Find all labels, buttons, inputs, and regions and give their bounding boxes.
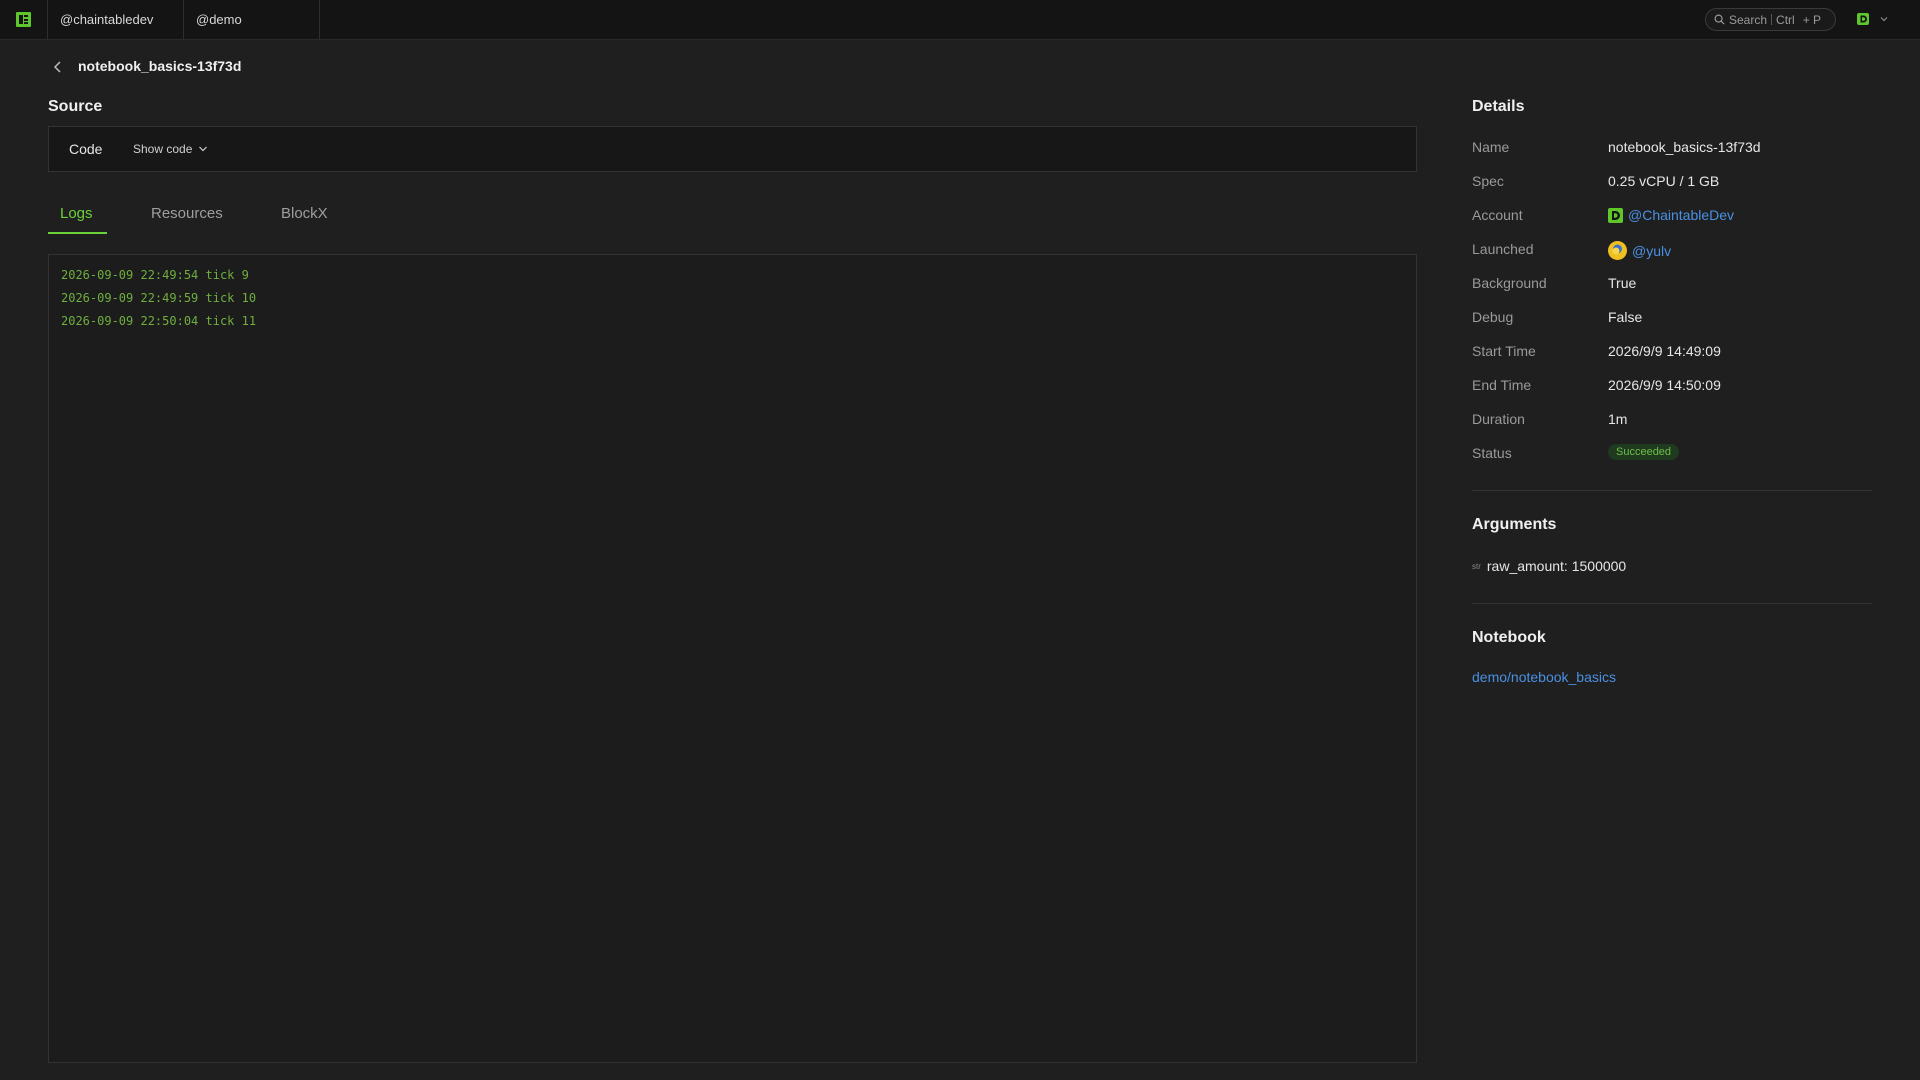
detail-label-spec: Spec: [1472, 173, 1504, 189]
start-time-value: 2026/9/9 14:49:09: [1608, 343, 1721, 359]
logo-icon: [16, 12, 31, 27]
spec-value: 0.25 vCPU / 1 GB: [1608, 173, 1720, 189]
workspace-tab-chaintabledev[interactable]: @chaintabledev: [48, 0, 184, 39]
account-link[interactable]: @ChaintableDev: [1628, 207, 1734, 223]
string-type-tag: str: [1472, 561, 1481, 571]
tab-resources[interactable]: Resources: [151, 205, 223, 235]
search-separator: [1771, 14, 1773, 25]
background-value: True: [1608, 275, 1637, 291]
logs-panel[interactable]: 2026-09-09 22:49:54 tick 9 2026-09-09 22…: [48, 254, 1417, 1063]
detail-label-debug: Debug: [1472, 309, 1514, 325]
app-logo[interactable]: [0, 0, 48, 39]
detail-label-duration: Duration: [1472, 411, 1525, 427]
detail-label-start-time: Start Time: [1472, 343, 1536, 359]
argument-text: raw_amount: 1500000: [1486, 558, 1627, 574]
detail-value-end-time: 2026/9/9 14:50:09: [1608, 377, 1721, 393]
detail-label-background: Background: [1472, 275, 1547, 291]
top-bar: @chaintabledev @demo Search Ctrl + P: [0, 0, 1920, 40]
page-title: notebook_basics-13f73d: [78, 58, 242, 74]
end-time-value: 2026/9/9 14:50:09: [1608, 377, 1721, 393]
duration-value: 1m: [1608, 411, 1628, 427]
detail-value-debug: False: [1608, 309, 1642, 325]
detail-value-account: @ChaintableDev: [1608, 207, 1734, 223]
code-panel: Code Show code: [48, 126, 1417, 172]
search-shortcut-key: + P: [1802, 12, 1822, 27]
divider: [1472, 490, 1872, 491]
detail-label-name: Name: [1472, 139, 1510, 155]
detail-value-background: True: [1608, 275, 1636, 291]
show-code-button[interactable]: Show code: [133, 142, 208, 156]
chevron-down-icon[interactable]: [1879, 14, 1889, 24]
debug-value: False: [1608, 309, 1643, 325]
tab-blockx[interactable]: BlockX: [281, 205, 328, 235]
name-value: notebook_basics-13f73d: [1608, 139, 1761, 155]
status-badge: Succeeded: [1608, 444, 1680, 460]
divider: [1472, 603, 1872, 604]
detail-value-duration: 1m: [1608, 411, 1627, 427]
notebook-heading: Notebook: [1472, 629, 1546, 646]
details-heading: Details: [1472, 98, 1525, 115]
tab-logs[interactable]: Logs: [60, 205, 93, 235]
log-line: 2026-09-09 22:49:54 tick 9: [61, 268, 249, 282]
workspace-tab-demo[interactable]: @demo: [184, 0, 320, 39]
search-box[interactable]: Search Ctrl + P: [1705, 8, 1836, 31]
back-arrow-icon[interactable]: [52, 60, 64, 74]
detail-label-account: Account: [1472, 207, 1523, 223]
account-logo-icon: [1608, 207, 1623, 223]
search-shortcut: Ctrl: [1776, 12, 1795, 27]
launched-by-link[interactable]: @yulv: [1632, 243, 1671, 259]
active-tab-indicator: [48, 232, 107, 234]
detail-label-status: Status: [1472, 445, 1512, 461]
log-line: 2026-09-09 22:50:04 tick 11: [61, 314, 257, 328]
detail-value-status: Succeeded: [1608, 444, 1680, 460]
detail-value-launched: @yulv: [1608, 241, 1671, 260]
detail-label-launched: Launched: [1472, 241, 1534, 257]
search-label: Search: [1729, 12, 1768, 27]
notebook-link[interactable]: demo/notebook_basics: [1472, 669, 1616, 685]
account-avatar-icon[interactable]: [1857, 13, 1869, 25]
source-heading: Source: [48, 98, 103, 115]
detail-label-end-time: End Time: [1472, 377, 1532, 393]
show-code-label: Show code: [133, 142, 193, 156]
user-avatar-icon: [1608, 241, 1627, 260]
log-line: 2026-09-09 22:49:59 tick 10: [61, 291, 257, 305]
argument-row: str raw_amount: 1500000: [1472, 558, 1626, 574]
chevron-down-icon: [199, 146, 208, 152]
detail-value-start-time: 2026/9/9 14:49:09: [1608, 343, 1721, 359]
code-label: Code: [69, 141, 103, 157]
detail-value-spec: 0.25 vCPU / 1 GB: [1608, 173, 1719, 189]
search-icon: [1714, 14, 1725, 25]
arguments-heading: Arguments: [1472, 516, 1557, 533]
detail-value-name: notebook_basics-13f73d: [1608, 139, 1761, 155]
